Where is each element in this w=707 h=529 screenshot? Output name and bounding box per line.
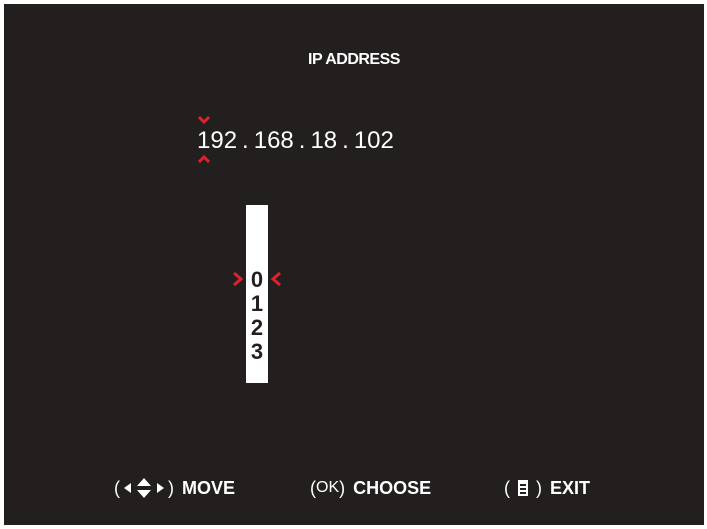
- choose-label: CHOOSE: [353, 477, 432, 498]
- ip-address-field[interactable]: 192 . 168 . 18 . 102: [197, 126, 394, 156]
- page-title: IP ADDRESS: [308, 51, 400, 68]
- selection-right-arrow-icon: [232, 272, 244, 286]
- digit-option[interactable]: 2: [246, 316, 268, 340]
- ip-separator: .: [342, 127, 349, 154]
- paren-close: ): [339, 477, 346, 498]
- right-arrow-icon: [156, 482, 166, 494]
- digit-option[interactable]: 3: [246, 340, 268, 364]
- footer-choose-hint: ( OK ) CHOOSE: [310, 476, 431, 500]
- digit-option[interactable]: 1: [246, 292, 268, 316]
- digit-picker[interactable]: 0 1 2 3: [246, 205, 268, 383]
- ip-segment-4[interactable]: 102: [354, 127, 394, 155]
- footer-move-hint: ( ) MOVE: [114, 476, 235, 500]
- ip-separator: .: [298, 127, 306, 154]
- digit-option[interactable]: 0: [246, 268, 268, 292]
- caret-down-icon[interactable]: [198, 115, 210, 125]
- paren-open: (: [114, 477, 120, 498]
- up-down-arrow-icon: [136, 477, 152, 499]
- paren-open: (: [504, 477, 510, 498]
- ip-segment-1[interactable]: 192: [197, 127, 237, 155]
- footer-exit-hint: ( ) EXIT: [504, 476, 590, 500]
- selection-left-arrow-icon: [270, 272, 282, 286]
- exit-label: EXIT: [550, 477, 591, 498]
- left-arrow-icon: [122, 482, 132, 494]
- paren-close: ): [536, 477, 542, 498]
- ip-segment-3[interactable]: 18: [310, 127, 337, 155]
- menu-icon: [517, 479, 529, 497]
- ip-separator: .: [242, 127, 249, 154]
- move-label: MOVE: [182, 477, 236, 498]
- digit-list[interactable]: 0 1 2 3: [246, 268, 268, 364]
- paren-close: ): [168, 477, 174, 498]
- caret-up-icon[interactable]: [198, 154, 210, 164]
- ok-key-label: OK: [316, 479, 340, 496]
- osd-screen: IP ADDRESS 192 . 168 . 18 . 102 0 1 2 3 …: [4, 4, 704, 525]
- ip-segment-2[interactable]: 168: [254, 127, 294, 155]
